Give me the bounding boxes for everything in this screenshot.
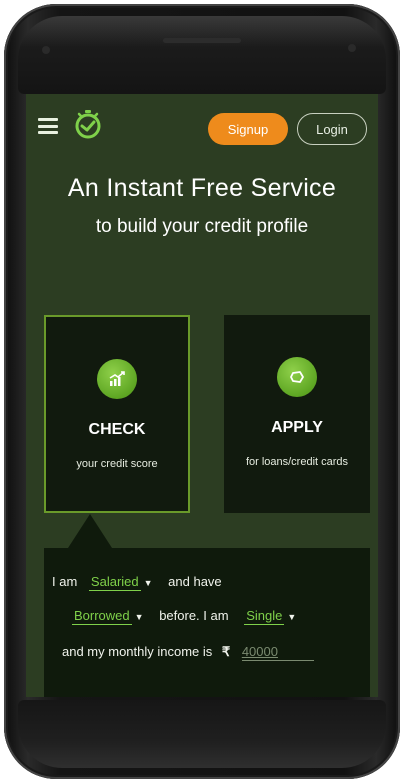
apply-card-subtitle: for loans/credit cards — [245, 456, 349, 468]
app-header: Signup Login — [26, 94, 378, 164]
check-credit-score-card[interactable]: CHECK your credit score — [44, 315, 190, 513]
phone-top-bezel — [18, 16, 386, 94]
credit-history-caret-icon[interactable]: ▼ — [135, 612, 144, 622]
rupee-icon: ₹ — [221, 644, 231, 659]
apply-card-title: APPLY — [271, 419, 323, 436]
signup-button[interactable]: Signup — [208, 113, 288, 145]
hero-subtitle: to build your credit profile — [95, 216, 309, 237]
chart-icon — [97, 359, 137, 399]
hamburger-menu-icon[interactable] — [38, 118, 58, 134]
credit-history-select[interactable]: Borrowed — [72, 608, 132, 625]
login-button[interactable]: Login — [297, 113, 367, 145]
selection-pointer — [68, 514, 112, 548]
earpiece-speaker — [163, 38, 241, 43]
check-card-subtitle: your credit score — [76, 458, 158, 470]
marital-status-select[interactable]: Single — [244, 608, 285, 625]
employment-caret-icon[interactable]: ▼ — [144, 578, 153, 588]
phone-bottom-bezel — [18, 700, 386, 768]
monthly-income-input[interactable]: 40000 — [241, 644, 314, 661]
employment-value: Salaried — [90, 574, 139, 589]
front-camera — [348, 44, 356, 52]
marital-status-caret-icon[interactable]: ▼ — [287, 612, 296, 622]
form-text-monthly-income: and my monthly income is — [62, 644, 213, 659]
credit-history-value: Borrowed — [74, 608, 130, 623]
eligibility-form: I am Salaried ▼ and have Borrowed ▼ before… — [44, 548, 370, 697]
form-text-and-have: and have — [168, 574, 222, 589]
app-screen: Signup Login An Instant Free Service to … — [26, 94, 378, 697]
hero-title: An Instant Free Service — [67, 174, 337, 202]
marital-status-value: Single — [246, 608, 283, 623]
sensor-dot — [42, 46, 50, 54]
form-text-i-am: I am — [52, 574, 78, 589]
check-card-title: CHECK — [88, 421, 146, 438]
stopwatch-logo-icon — [72, 108, 104, 140]
employment-select[interactable]: Salaried — [88, 574, 141, 591]
form-text-before-i-am: before. I am — [159, 608, 229, 623]
apply-loans-card[interactable]: APPLY for loans/credit cards — [224, 315, 370, 513]
apply-icon — [277, 357, 317, 397]
